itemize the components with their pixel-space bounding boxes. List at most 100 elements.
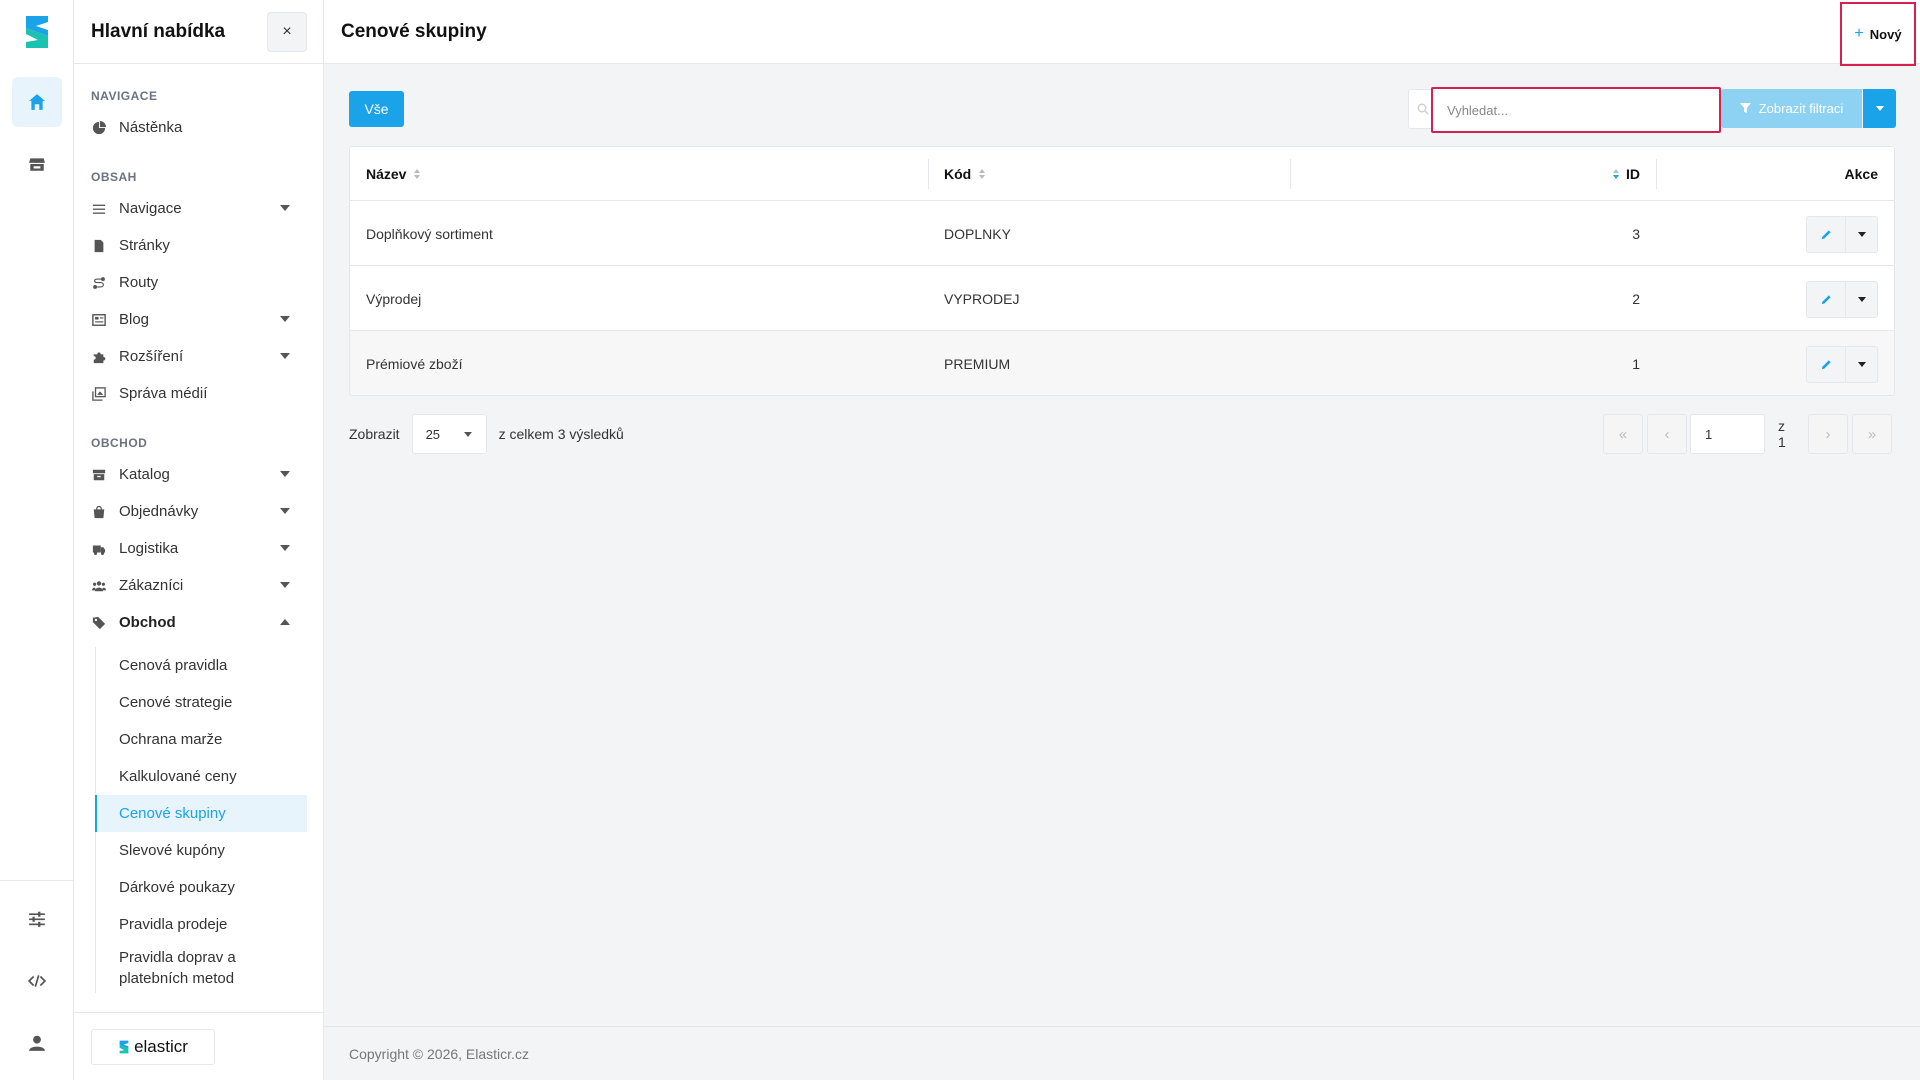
all-filter-button[interactable]: Vše — [349, 91, 404, 127]
obchod-submenu: Cenová pravidla Cenové strategie Ochrana… — [95, 647, 324, 993]
table-row[interactable]: Prémiové zboží PREMIUM 1 — [350, 331, 1894, 395]
edit-button[interactable] — [1806, 216, 1846, 253]
sidebar-item-objednavky[interactable]: Objednávky — [74, 493, 324, 530]
cell-id: 2 — [1632, 290, 1640, 307]
sidebar-item-blog[interactable]: Blog — [74, 301, 324, 338]
sidebar-item-label: Katalog — [119, 466, 170, 483]
page-number-input[interactable]: 1 — [1690, 414, 1765, 454]
row-actions-dropdown[interactable] — [1846, 216, 1878, 253]
per-page-control: Zobrazit 25 z celkem 3 výsledků — [349, 414, 624, 454]
sidebar-item-obchod[interactable]: Obchod — [74, 604, 324, 641]
column-header-name[interactable]: Název — [366, 147, 421, 201]
sidebar-footer: elasticr — [74, 1012, 324, 1080]
submenu-item-darkove-poukazy[interactable]: Dárkové poukazy — [96, 869, 308, 906]
table-row[interactable]: Doplňkový sortiment DOPLNKY 3 — [350, 201, 1894, 266]
per-page-select[interactable]: 25 — [411, 414, 487, 454]
submenu-item-cenove-skupiny[interactable]: Cenové skupiny — [95, 795, 307, 832]
chevron-down-icon — [280, 316, 290, 322]
chevron-down-icon — [463, 432, 472, 437]
sidebar-item-rozsireni[interactable]: Rozšíření — [74, 338, 324, 375]
home-icon — [29, 94, 45, 110]
column-header-code[interactable]: Kód — [944, 147, 986, 201]
column-label: Akce — [1844, 166, 1878, 182]
sidebar-header: Hlavní nabídka × — [74, 0, 323, 64]
sliders-icon — [29, 911, 45, 927]
sidebar-item-label: Obchod — [119, 614, 176, 631]
results-total: z celkem 3 výsledků — [498, 426, 624, 442]
table-row[interactable]: Výprodej VYPRODEJ 2 — [350, 266, 1894, 331]
sidebar-item-label: Objednávky — [119, 503, 199, 520]
section-obchod: OBCHOD — [91, 436, 148, 450]
sidebar-item-label: Rozšíření — [119, 348, 184, 365]
sidebar-item-nastenka[interactable]: Nástěnka — [74, 109, 324, 146]
pencil-icon — [1821, 230, 1831, 240]
next-page-button[interactable]: › — [1808, 414, 1848, 454]
elasticr-logo-icon[interactable] — [22, 14, 52, 50]
bars-icon — [91, 201, 107, 217]
caret-down-icon — [1875, 106, 1884, 111]
table-header: Název Kód ID Akce — [350, 147, 1894, 201]
sidebar-item-logistika[interactable]: Logistika — [74, 530, 324, 567]
submenu-item-kalkulovane-ceny[interactable]: Kalkulované ceny — [96, 758, 308, 795]
rail-settings-button[interactable] — [12, 894, 62, 944]
prev-page-button[interactable]: ‹ — [1647, 414, 1687, 454]
sidebar-item-routy[interactable]: Routy — [74, 264, 324, 301]
brand-logo[interactable]: elasticr — [91, 1028, 215, 1065]
edit-button[interactable] — [1806, 346, 1846, 383]
column-header-actions: Akce — [1845, 147, 1878, 201]
section-obsah: OBSAH — [91, 170, 137, 184]
cell-id: 3 — [1632, 225, 1640, 242]
row-actions-dropdown[interactable] — [1846, 346, 1878, 383]
search-input[interactable] — [1431, 87, 1721, 133]
icon-rail — [0, 0, 74, 1080]
column-divider — [928, 159, 929, 189]
filter-dropdown-toggle[interactable] — [1863, 89, 1896, 128]
sidebar-item-stranky[interactable]: Stránky — [74, 227, 324, 264]
row-actions — [1806, 281, 1878, 318]
caret-down-icon — [1857, 297, 1866, 302]
cell-code: VYPRODEJ — [944, 290, 1020, 307]
column-divider — [1290, 159, 1291, 189]
submenu-item-slevove-kupony[interactable]: Slevové kupóny — [96, 832, 308, 869]
filter-button-label: Zobrazit filtraci — [1758, 101, 1844, 116]
column-header-id[interactable]: ID — [1480, 147, 1640, 201]
sidebar-item-katalog[interactable]: Katalog — [74, 456, 324, 493]
rail-user-button[interactable] — [12, 1018, 62, 1068]
page-title: Cenové skupiny — [341, 20, 487, 42]
sidebar-item-label: Správa médií — [119, 385, 208, 402]
code-icon — [28, 975, 46, 987]
cell-code: DOPLNKY — [944, 225, 1011, 242]
sidebar-item-sprava-medii[interactable]: Správa médií — [74, 375, 324, 412]
cell-code: PREMIUM — [944, 355, 1011, 372]
row-actions-dropdown[interactable] — [1846, 281, 1878, 318]
tag-icon — [91, 615, 107, 631]
submenu-item-pravidla-prodeje[interactable]: Pravidla prodeje — [96, 906, 308, 943]
cell-name: Doplňkový sortiment — [366, 225, 493, 242]
sidebar-item-zakaznici[interactable]: Zákazníci — [74, 567, 324, 604]
sidebar-close-button[interactable]: × — [267, 11, 307, 52]
search-box — [1408, 87, 1721, 133]
sidebar-item-label: Navigace — [119, 200, 182, 217]
sidebar-item-navigace[interactable]: Navigace — [74, 190, 324, 227]
edit-button[interactable] — [1806, 281, 1846, 318]
pencil-icon — [1821, 295, 1831, 305]
sidebar-menu: NAVIGACE Nástěnka OBSAH Navigace Stránky… — [74, 64, 324, 1012]
last-page-button[interactable]: » — [1852, 414, 1892, 454]
submenu-item-pravidla-doprav[interactable]: Pravidla doprav a platebních metod — [96, 943, 308, 993]
route-icon — [91, 275, 107, 291]
new-button-label: Nový — [1869, 26, 1902, 42]
show-filter-button[interactable]: Zobrazit filtraci — [1721, 89, 1862, 128]
rail-store-button[interactable] — [12, 139, 62, 189]
first-page-button[interactable]: « — [1603, 414, 1643, 454]
submenu-item-cenova-pravidla[interactable]: Cenová pravidla — [96, 647, 308, 684]
new-button[interactable]: + Nový — [1840, 2, 1916, 66]
archive-icon — [91, 467, 107, 483]
rail-home-button[interactable] — [12, 77, 62, 127]
submenu-item-cenove-strategie[interactable]: Cenové strategie — [96, 684, 308, 721]
sidebar-item-label: Stránky — [119, 237, 170, 254]
submenu-item-ochrana-marze[interactable]: Ochrana marže — [96, 721, 308, 758]
chevron-up-icon — [280, 619, 290, 625]
section-navigace: NAVIGACE — [91, 89, 158, 103]
column-label: Název — [366, 166, 407, 182]
rail-developer-button[interactable] — [12, 956, 62, 1006]
